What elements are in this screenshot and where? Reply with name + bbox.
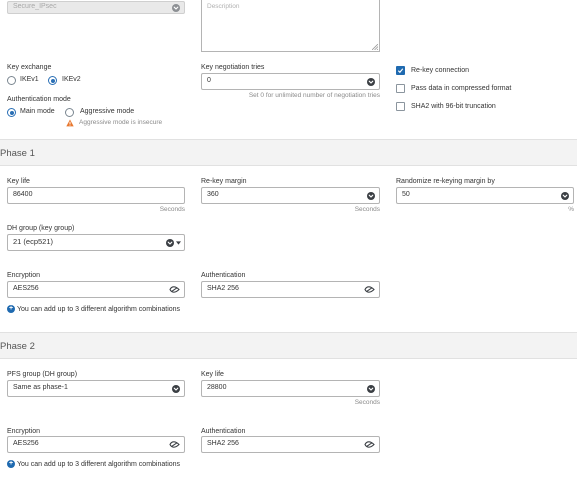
negotiation-tries-input[interactable]: 0 <box>201 73 380 90</box>
checkmark-icon <box>397 68 404 74</box>
rekey-label[interactable]: Re-key connection <box>411 67 469 74</box>
phase1-title: Phase 1 <box>0 148 35 159</box>
aggressive-mode-radio[interactable] <box>65 108 74 117</box>
p2-add-combinations-link[interactable]: You can add up to 3 different algorithm … <box>17 461 180 468</box>
p1-authentication-value: SHA2 256 <box>207 285 239 292</box>
remove-circle-icon[interactable] <box>364 285 375 294</box>
warning-icon <box>66 119 74 127</box>
sha2-truncation-checkbox[interactable] <box>396 102 405 111</box>
key-exchange-label: Key exchange <box>7 64 52 71</box>
resize-grip-icon[interactable] <box>372 44 378 50</box>
p2-authentication-label: Authentication <box>201 428 246 435</box>
p1-rekey-margin-value: 360 <box>207 191 219 198</box>
p1-randomize-label: Randomize re-keying margin by <box>396 178 495 185</box>
p2-key-life-label: Key life <box>201 371 224 378</box>
negotiation-tries-hint: Set 0 for unlimited number of negotiatio… <box>248 92 380 99</box>
p2-pfs-select[interactable]: Same as phase-1 <box>7 380 185 397</box>
p1-encryption-label: Encryption <box>7 272 41 279</box>
ikev1-label[interactable]: IKEv1 <box>20 76 39 83</box>
remove-circle-icon[interactable] <box>169 285 180 294</box>
sha2-truncation-label[interactable]: SHA2 with 96-bit truncation <box>411 103 496 110</box>
p2-pfs-value: Same as phase-1 <box>13 384 68 391</box>
description-textarea[interactable]: Description <box>201 0 380 52</box>
phase1-section-header: Phase 1 <box>0 139 577 166</box>
chevron-circle-icon[interactable] <box>367 385 375 393</box>
chevron-circle-icon <box>166 239 174 247</box>
main-mode-radio[interactable] <box>7 108 16 117</box>
chevron-circle-icon[interactable] <box>367 192 375 200</box>
phase2-section-header: Phase 2 <box>0 332 577 359</box>
p1-randomize-input[interactable]: 50 <box>396 187 574 204</box>
negotiation-tries-value: 0 <box>207 77 211 84</box>
profile-select[interactable]: Secure_IPsec <box>7 1 185 14</box>
p1-dh-group-select[interactable]: 21 (ecp521) <box>7 234 185 251</box>
plus-circle-icon[interactable]: + <box>7 460 15 468</box>
p1-rekey-margin-label: Re-key margin <box>201 178 247 185</box>
main-mode-label[interactable]: Main mode <box>20 108 55 115</box>
p1-key-life-unit: Seconds <box>159 206 185 213</box>
chevron-down-icon <box>172 4 180 12</box>
remove-circle-icon[interactable] <box>169 440 180 449</box>
p1-dh-group-label: DH group (key group) <box>7 225 75 232</box>
p1-rekey-margin-input[interactable]: 360 <box>201 187 380 204</box>
ikev2-label[interactable]: IKEv2 <box>62 76 81 83</box>
p2-authentication-input[interactable]: SHA2 256 <box>201 436 380 453</box>
chevron-circle-icon[interactable] <box>561 192 569 200</box>
p1-add-combinations-link[interactable]: You can add up to 3 different algorithm … <box>17 306 180 313</box>
p1-key-life-value: 86400 <box>13 191 33 198</box>
description-placeholder: Description <box>207 3 240 10</box>
ikev2-radio[interactable] <box>48 76 57 85</box>
p1-rekey-margin-unit: Seconds <box>354 206 380 213</box>
p1-key-life-input[interactable]: 86400 <box>7 187 185 204</box>
p2-key-life-input[interactable]: 28800 <box>201 380 380 397</box>
p2-encryption-input[interactable]: AES256 <box>7 436 185 453</box>
chevron-circle-icon[interactable] <box>367 78 375 86</box>
compressed-checkbox[interactable] <box>396 84 405 93</box>
remove-circle-icon[interactable] <box>364 440 375 449</box>
p2-key-life-unit: Seconds <box>354 399 380 406</box>
plus-circle-icon[interactable]: + <box>7 305 15 313</box>
compressed-label[interactable]: Pass data in compressed format <box>411 85 511 92</box>
aggressive-warning-text: Aggressive mode is insecure <box>79 119 163 126</box>
chevron-circle-icon <box>172 385 180 393</box>
p1-encryption-value: AES256 <box>13 285 39 292</box>
ikev1-radio[interactable] <box>7 76 16 85</box>
profile-select-value: Secure_IPsec <box>13 3 57 10</box>
p2-encryption-label: Encryption <box>7 428 41 435</box>
p1-authentication-input[interactable]: SHA2 256 <box>201 281 380 298</box>
p2-authentication-value: SHA2 256 <box>207 440 239 447</box>
p1-randomize-unit: % <box>568 206 574 213</box>
p2-pfs-label: PFS group (DH group) <box>7 371 78 378</box>
auth-mode-label: Authentication mode <box>7 96 71 103</box>
p1-encryption-input[interactable]: AES256 <box>7 281 185 298</box>
p1-randomize-value: 50 <box>402 191 410 198</box>
phase2-title: Phase 2 <box>0 341 35 352</box>
rekey-checkbox[interactable] <box>396 66 405 75</box>
p1-dh-group-value: 21 (ecp521) <box>13 237 54 246</box>
negotiation-tries-label: Key negotiation tries <box>201 64 265 71</box>
aggressive-mode-label[interactable]: Aggressive mode <box>80 108 134 115</box>
chevron-down-icon <box>176 241 181 245</box>
p2-key-life-value: 28800 <box>207 384 227 391</box>
p2-encryption-value: AES256 <box>13 440 39 447</box>
p1-key-life-label: Key life <box>7 178 30 185</box>
p1-authentication-label: Authentication <box>201 272 246 279</box>
